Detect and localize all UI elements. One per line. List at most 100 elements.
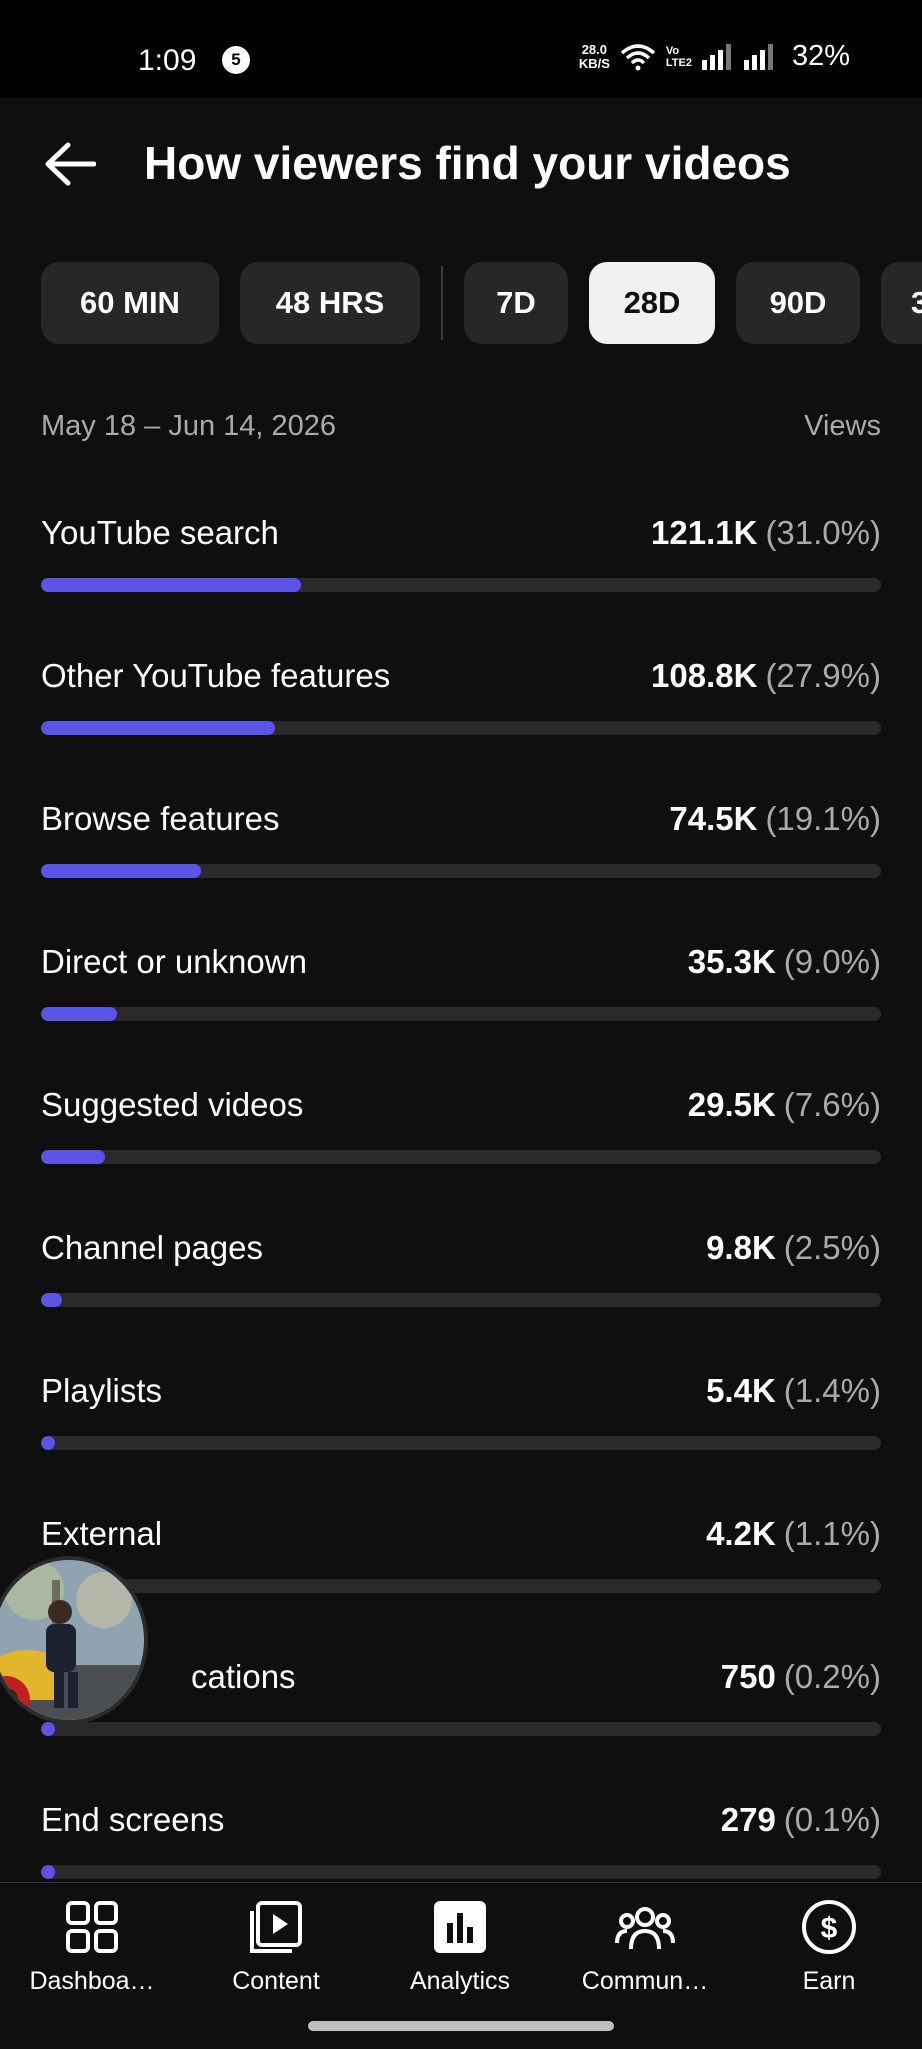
network-speed-value: 28.0 [581, 41, 607, 57]
source-percent: (31.0%) [765, 514, 881, 551]
analytics-icon [434, 1901, 486, 1953]
network-speed-unit: KB/S [578, 55, 610, 71]
nav-analytics[interactable]: Analytics [370, 1897, 550, 2007]
source-value: 108.8K (27.9%) [651, 657, 881, 695]
source-views: 750 [720, 1658, 776, 1695]
source-bar-fill [41, 1007, 117, 1021]
traffic-source-row[interactable]: Direct or unknown 35.3K (9.0%) [41, 943, 881, 1053]
traffic-source-row[interactable]: Other YouTube features 108.8K (27.9%) [41, 657, 881, 767]
wifi-icon [620, 43, 656, 70]
source-value: 4.2K (1.1%) [706, 1515, 881, 1553]
home-indicator[interactable] [308, 2021, 614, 2031]
app-bar: How viewers find your videos [0, 98, 922, 228]
battery-level: 32% [791, 40, 850, 72]
traffic-source-row[interactable]: External 4.2K (1.1%) [41, 1515, 881, 1625]
page-title: How viewers find your videos [144, 137, 791, 189]
source-label: External [41, 1515, 163, 1552]
source-label: Suggested videos [41, 1086, 304, 1123]
source-label: YouTube search [41, 514, 279, 551]
signal-icon [701, 43, 731, 70]
source-bar-track [41, 1150, 881, 1164]
source-views: 9.8K [706, 1229, 776, 1266]
chip-90d[interactable]: 90D [736, 262, 860, 344]
source-bar-fill [41, 721, 276, 735]
nav-content[interactable]: Content [186, 1897, 366, 2007]
source-bar-track [41, 578, 881, 592]
traffic-source-row[interactable]: Suggested videos 29.5K (7.6%) [41, 1086, 881, 1196]
traffic-source-row[interactable]: Channel pages 9.8K (2.5%) [41, 1229, 881, 1339]
nav-dashboard[interactable]: Dashboa… [2, 1897, 182, 2007]
metric-label: Views [804, 410, 881, 442]
date-range-row: May 18 – Jun 14, 2026 Views [41, 410, 881, 450]
signal-icon-2 [743, 43, 773, 70]
source-bar-fill [41, 578, 302, 592]
source-views: 279 [720, 1801, 776, 1838]
source-bar-track [41, 1293, 881, 1307]
source-label: cations [191, 1658, 296, 1695]
nav-label: Earn [802, 1967, 856, 1995]
source-views: 108.8K [651, 657, 758, 694]
source-views: 121.1K [651, 514, 758, 551]
source-value: 279 (0.1%) [721, 1801, 881, 1839]
status-indicators: 28.0 KB/S Vo LTE2 32% [579, 40, 850, 73]
avatar-photo [0, 1560, 144, 1720]
date-range: May 18 – Jun 14, 2026 [41, 410, 337, 442]
chip-60-min[interactable]: 60 MIN [41, 262, 219, 344]
source-bar-fill [41, 1436, 55, 1450]
traffic-source-row[interactable]: cations 750 (0.2%) [41, 1658, 881, 1768]
content-icon [250, 1901, 302, 1953]
source-percent: (2.5%) [783, 1229, 881, 1266]
nav-label: Dashboa… [29, 1967, 155, 1995]
traffic-source-row[interactable]: Playlists 5.4K (1.4%) [41, 1372, 881, 1482]
source-views: 29.5K [687, 1086, 776, 1123]
source-label: End screens [41, 1801, 225, 1838]
source-percent: (9.0%) [783, 943, 881, 980]
notification-count-badge: 5 [222, 46, 250, 74]
source-value: 5.4K (1.4%) [706, 1372, 881, 1410]
svg-text:$: $ [821, 1912, 838, 1945]
volte-bottom: LTE2 [665, 56, 692, 69]
source-label: Channel pages [41, 1229, 264, 1266]
source-percent: (27.9%) [765, 657, 881, 694]
bottom-navigation: Dashboa… Content Analytics Commun… $ Ear… [0, 1882, 922, 2049]
source-views: 35.3K [687, 943, 776, 980]
source-bar-track [41, 721, 881, 735]
nav-label: Content [232, 1967, 320, 1995]
source-bar-track [41, 1722, 881, 1736]
source-label: Browse features [41, 800, 280, 837]
chip-7d[interactable]: 7D [464, 262, 568, 344]
source-views: 4.2K [706, 1515, 776, 1552]
source-label: Playlists [41, 1372, 163, 1409]
nav-label: Commun… [581, 1967, 709, 1995]
chip-28d[interactable]: 28D [589, 262, 715, 344]
nav-earn[interactable]: $ Earn [739, 1897, 919, 2007]
source-value: 29.5K (7.6%) [688, 1086, 881, 1124]
source-value: 9.8K (2.5%) [706, 1229, 881, 1267]
chip-48-hrs[interactable]: 48 HRS [240, 262, 420, 344]
source-percent: (0.1%) [783, 1801, 881, 1838]
source-percent: (1.4%) [783, 1372, 881, 1409]
source-bar-track [41, 1579, 881, 1593]
source-value: 35.3K (9.0%) [688, 943, 881, 981]
source-bar-track [41, 1007, 881, 1021]
community-icon [615, 1907, 675, 1950]
source-bar-track [41, 1865, 881, 1879]
source-bar-fill [41, 1150, 105, 1164]
nav-community[interactable]: Commun… [555, 1897, 735, 2007]
chip-divider [441, 266, 443, 340]
source-bar-track [41, 1436, 881, 1450]
status-bar: 1:09 5 28.0 KB/S Vo LTE2 32% [0, 0, 922, 98]
source-percent: (7.6%) [783, 1086, 881, 1123]
earn-icon: $ [802, 1900, 856, 1954]
status-time: 1:09 [138, 44, 197, 77]
source-percent: (0.2%) [783, 1658, 881, 1695]
source-value: 121.1K (31.0%) [651, 514, 881, 552]
source-bar-fill [41, 1865, 55, 1879]
chip-partial[interactable]: 3 [881, 262, 922, 344]
source-label: Other YouTube features [41, 657, 391, 694]
source-bar-fill [41, 1293, 62, 1307]
traffic-source-row[interactable]: YouTube search 121.1K (31.0%) [41, 514, 881, 624]
dashboard-icon [66, 1901, 118, 1953]
traffic-source-row[interactable]: Browse features 74.5K (19.1%) [41, 800, 881, 910]
arrow-left-icon[interactable] [44, 142, 96, 186]
